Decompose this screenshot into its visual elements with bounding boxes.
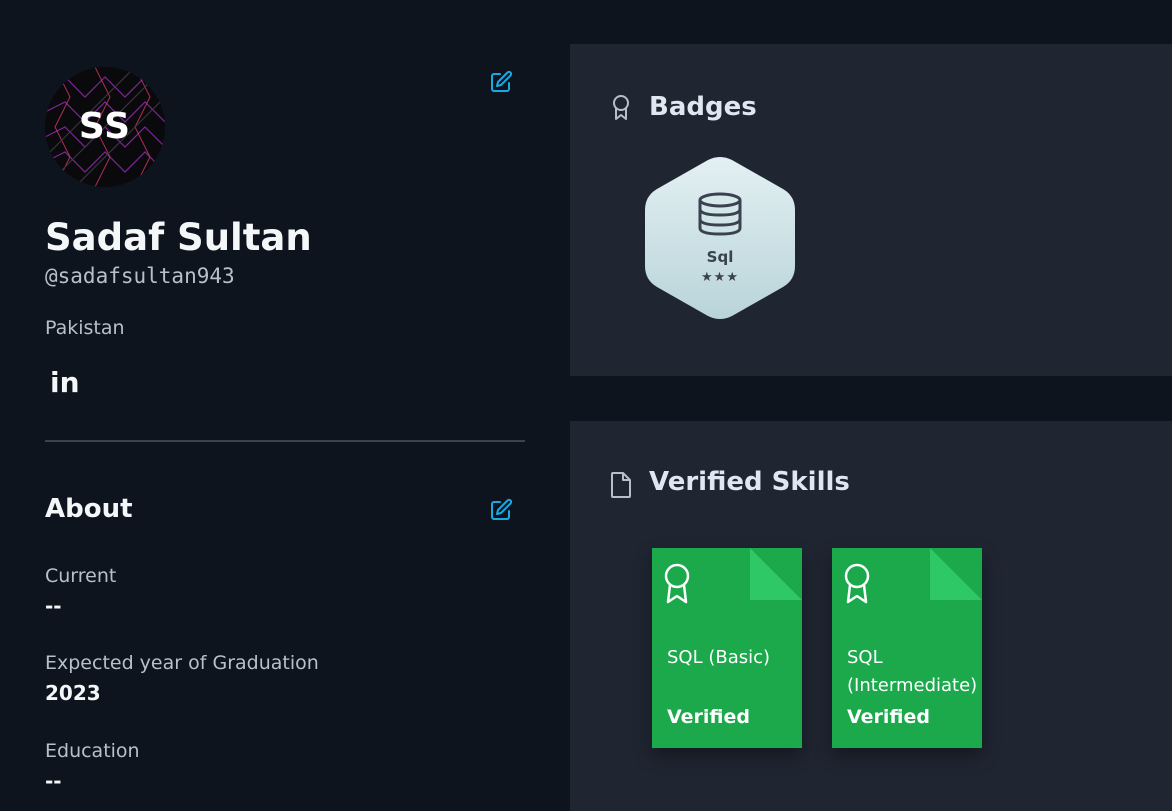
verified-skills-title: Verified Skills (649, 467, 850, 497)
edit-icon (491, 498, 513, 520)
edit-profile-button[interactable] (489, 70, 513, 94)
document-icon (611, 472, 631, 498)
current-value: -- (45, 594, 62, 618)
education-value: -- (45, 769, 62, 793)
about-title: About (45, 494, 133, 524)
avatar: SS (45, 67, 165, 187)
badge-hexagon (645, 157, 795, 319)
skill-name: SQL (Intermediate) (847, 647, 978, 696)
profile-country: Pakistan (45, 317, 125, 339)
skill-name: SQL (Basic) (667, 647, 771, 668)
corner-fold (930, 548, 982, 600)
skill-tile-sql-basic[interactable]: SQL (Basic) Verified (652, 548, 802, 748)
award-icon (664, 563, 690, 604)
profile-name: Sadaf Sultan (45, 216, 312, 259)
education-label: Education (45, 740, 140, 762)
badges-title: Badges (649, 92, 757, 122)
ribbon-icon (613, 95, 629, 120)
graduation-year-label: Expected year of Graduation (45, 652, 319, 674)
edit-about-button[interactable] (489, 498, 513, 522)
badge-stars: ★★★ (701, 270, 739, 285)
skill-tile-sql-intermediate[interactable]: SQL (Intermediate) Verified (832, 548, 982, 748)
verified-skills-card: Verified Skills SQL (Basic) Verified SQL… (570, 421, 1172, 811)
avatar-initials: SS (78, 106, 132, 147)
award-icon (844, 563, 870, 604)
profile-page: SS Sadaf Sultan @sadafsultan943 Pakistan… (0, 0, 1172, 811)
skill-status: Verified (667, 706, 751, 728)
profile-username: @sadafsultan943 (45, 264, 235, 288)
linkedin-link[interactable]: in (50, 365, 80, 401)
badge-sql[interactable]: Sql ★★★ (645, 156, 795, 320)
badge-name: Sql (706, 248, 734, 266)
divider (45, 440, 525, 442)
corner-fold (750, 548, 802, 600)
profile-sidebar: SS Sadaf Sultan @sadafsultan943 Pakistan… (0, 0, 570, 811)
database-icon (698, 192, 742, 236)
graduation-year-value: 2023 (45, 681, 101, 705)
badges-card: Badges Sql ★★★ (570, 44, 1172, 376)
edit-icon (491, 70, 513, 92)
current-label: Current (45, 565, 117, 587)
skill-status: Verified (847, 706, 931, 728)
